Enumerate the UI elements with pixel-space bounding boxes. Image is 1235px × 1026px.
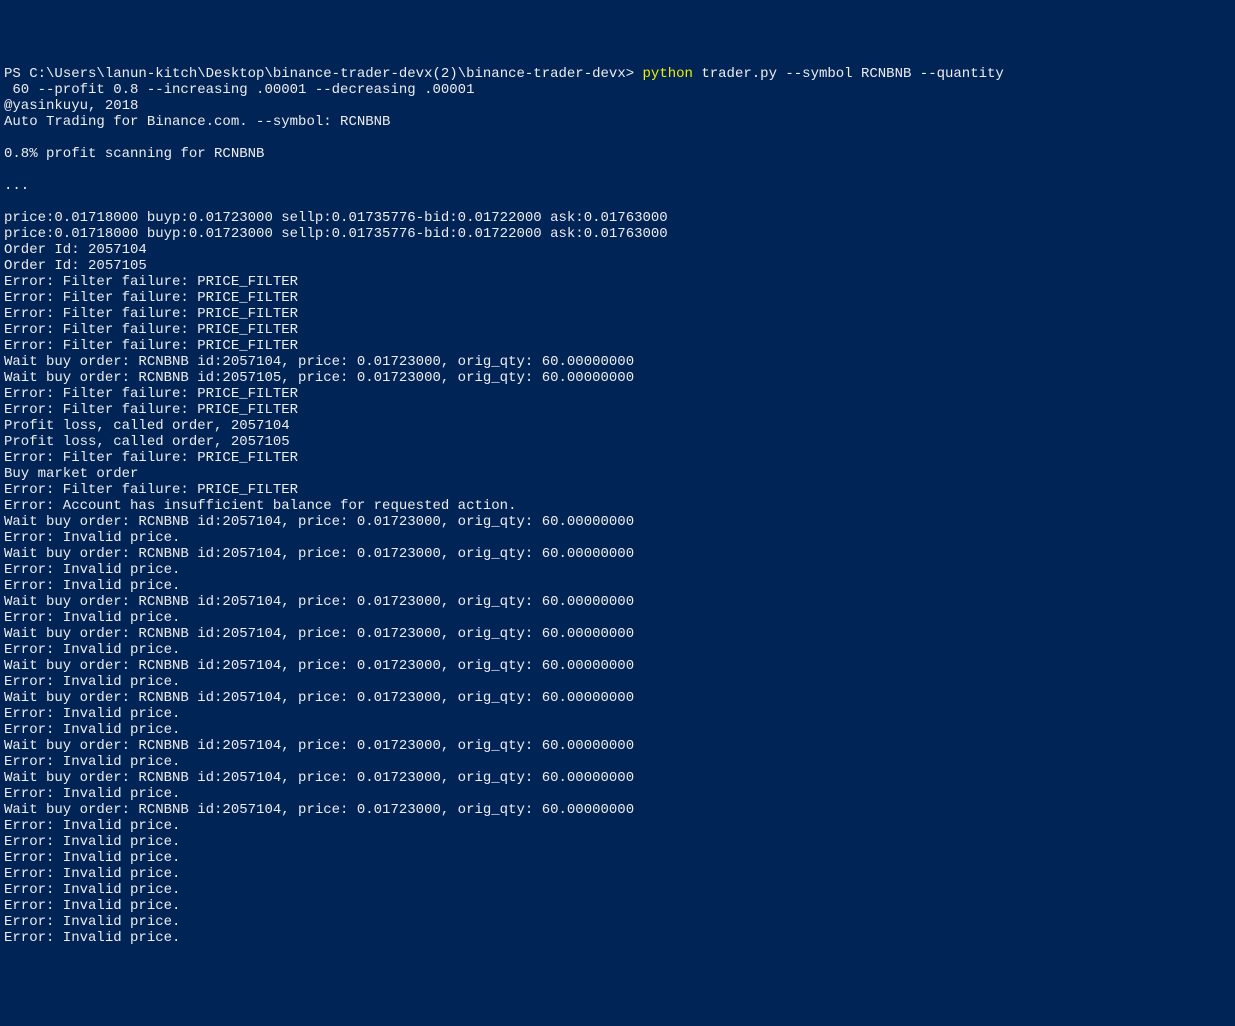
prompt-separator: > (626, 66, 643, 82)
output-line: Order Id: 2057105 (4, 258, 147, 274)
output-line: Wait buy order: RCNBNB id:2057104, price… (4, 514, 634, 530)
output-line: Wait buy order: RCNBNB id:2057104, price… (4, 594, 634, 610)
output-line: Wait buy order: RCNBNB id:2057104, price… (4, 738, 634, 754)
stdout-lines: @yasinkuyu, 2018 Auto Trading for Binanc… (4, 98, 1231, 946)
output-line: Wait buy order: RCNBNB id:2057104, price… (4, 354, 634, 370)
ps-prefix: PS (4, 66, 29, 82)
output-line: Error: Invalid price. (4, 642, 180, 658)
output-line: Error: Account has insufficient balance … (4, 498, 516, 514)
output-line: Error: Invalid price. (4, 898, 180, 914)
prompt-line: PS C:\Users\lanun-kitch\Desktop\binance-… (4, 66, 1004, 82)
output-line: Profit loss, called order, 2057105 (4, 434, 290, 450)
output-line: Error: Filter failure: PRICE_FILTER (4, 322, 298, 338)
command-args-1: trader.py --symbol RCNBNB --quantity (693, 66, 1004, 82)
output-line: Profit loss, called order, 2057104 (4, 418, 290, 434)
output-line: Error: Filter failure: PRICE_FILTER (4, 290, 298, 306)
output-line: Error: Invalid price. (4, 850, 180, 866)
output-line: Error: Invalid price. (4, 786, 180, 802)
output-line: Wait buy order: RCNBNB id:2057104, price… (4, 802, 634, 818)
output-line: Error: Invalid price. (4, 530, 180, 546)
output-line: Error: Filter failure: PRICE_FILTER (4, 306, 298, 322)
output-line: Error: Filter failure: PRICE_FILTER (4, 402, 298, 418)
output-line: Error: Invalid price. (4, 562, 180, 578)
output-line: Error: Filter failure: PRICE_FILTER (4, 338, 298, 354)
output-line: Error: Invalid price. (4, 722, 180, 738)
output-line: Error: Filter failure: PRICE_FILTER (4, 450, 298, 466)
output-line: Error: Invalid price. (4, 866, 180, 882)
output-line: Error: Invalid price. (4, 882, 180, 898)
output-line: Error: Invalid price. (4, 930, 180, 946)
output-line: ... (4, 178, 29, 194)
output-line: Error: Invalid price. (4, 818, 180, 834)
output-line: Error: Invalid price. (4, 610, 180, 626)
output-line: Auto Trading for Binance.com. --symbol: … (4, 114, 390, 130)
command-executable: python (643, 66, 693, 82)
cwd-path: C:\Users\lanun-kitch\Desktop\binance-tra… (29, 66, 626, 82)
output-line: Error: Filter failure: PRICE_FILTER (4, 482, 298, 498)
output-line: Error: Invalid price. (4, 706, 180, 722)
output-line: Error: Filter failure: PRICE_FILTER (4, 386, 298, 402)
output-line: Error: Invalid price. (4, 834, 180, 850)
prompt-line-cont: 60 --profit 0.8 --increasing .00001 --de… (4, 82, 474, 98)
output-line: Error: Invalid price. (4, 914, 180, 930)
terminal-output[interactable]: PS C:\Users\lanun-kitch\Desktop\binance-… (4, 66, 1231, 946)
output-line: Wait buy order: RCNBNB id:2057104, price… (4, 626, 634, 642)
output-line: Wait buy order: RCNBNB id:2057104, price… (4, 770, 634, 786)
output-line: 0.8% profit scanning for RCNBNB (4, 146, 264, 162)
output-line: Error: Invalid price. (4, 578, 180, 594)
output-line: Error: Invalid price. (4, 674, 180, 690)
output-line: Wait buy order: RCNBNB id:2057104, price… (4, 690, 634, 706)
output-line: Error: Filter failure: PRICE_FILTER (4, 274, 298, 290)
output-line: price:0.01718000 buyp:0.01723000 sellp:0… (4, 226, 668, 242)
output-line: Wait buy order: RCNBNB id:2057105, price… (4, 370, 634, 386)
output-line: Wait buy order: RCNBNB id:2057104, price… (4, 546, 634, 562)
output-line: Order Id: 2057104 (4, 242, 147, 258)
output-line: Error: Invalid price. (4, 754, 180, 770)
output-line: @yasinkuyu, 2018 (4, 98, 138, 114)
output-line: Buy market order (4, 466, 138, 482)
output-line: price:0.01718000 buyp:0.01723000 sellp:0… (4, 210, 668, 226)
output-line: Wait buy order: RCNBNB id:2057104, price… (4, 658, 634, 674)
